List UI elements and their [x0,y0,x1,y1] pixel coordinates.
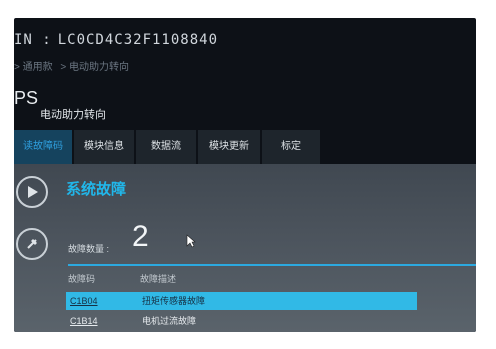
eraser-icon [27,239,37,249]
divider [68,264,476,266]
vin-display: IN : LC0CD4C32F1108840 [14,26,218,54]
fault-description: 电机过流故障 [142,316,197,326]
tab-module-info[interactable]: 模块信息 [74,130,134,164]
breadcrumb-item-general[interactable]: > 通用款 [14,62,53,73]
fault-code[interactable]: C1B04 [70,292,140,310]
fault-description: 扭矩传感器故障 [142,296,206,306]
vin-label: IN : [14,32,52,48]
fault-table-header: 故障码 故障描述 [68,272,418,288]
table-row[interactable]: C1B04 扭矩传感器故障 [66,292,417,310]
breadcrumb: > 通用款 > 电动助力转向 [14,58,134,73]
tab-calibration[interactable]: 标定 [262,130,320,164]
mouse-cursor-icon [186,234,196,253]
diagnostic-screen: IN : LC0CD4C32F1108840 > 通用款 > 电动助力转向 PS … [14,18,476,332]
section-title: 系统故障 [66,181,127,198]
tab-data-stream[interactable]: 数据流 [136,130,196,164]
play-button[interactable] [16,176,48,208]
tab-read-dtc[interactable]: 读故障码 [14,130,72,164]
vin-value: LC0CD4C32F1108840 [57,32,219,48]
clear-faults-button[interactable] [16,228,48,260]
module-name: 电动助力转向 [40,109,106,121]
tab-module-update[interactable]: 模块更新 [198,130,260,164]
table-row[interactable]: C1B14 电机过流故障 [66,312,417,330]
fault-count-value: 2 [132,220,149,253]
play-icon [28,186,38,198]
fault-count-label: 故障数量 : [68,244,110,254]
fault-panel: 系统故障 故障数量 : 2 故障码 故障描述 C1B04 扭矩传感器故障 C1B… [14,164,476,332]
column-header-code: 故障码 [68,274,96,284]
fault-code[interactable]: C1B14 [70,312,140,330]
column-header-description: 故障描述 [140,274,177,284]
module-code: PS [14,88,39,108]
breadcrumb-item-eps[interactable]: > 电动助力转向 [60,62,129,73]
tab-bar: 读故障码 模块信息 数据流 模块更新 标定 [14,130,476,164]
